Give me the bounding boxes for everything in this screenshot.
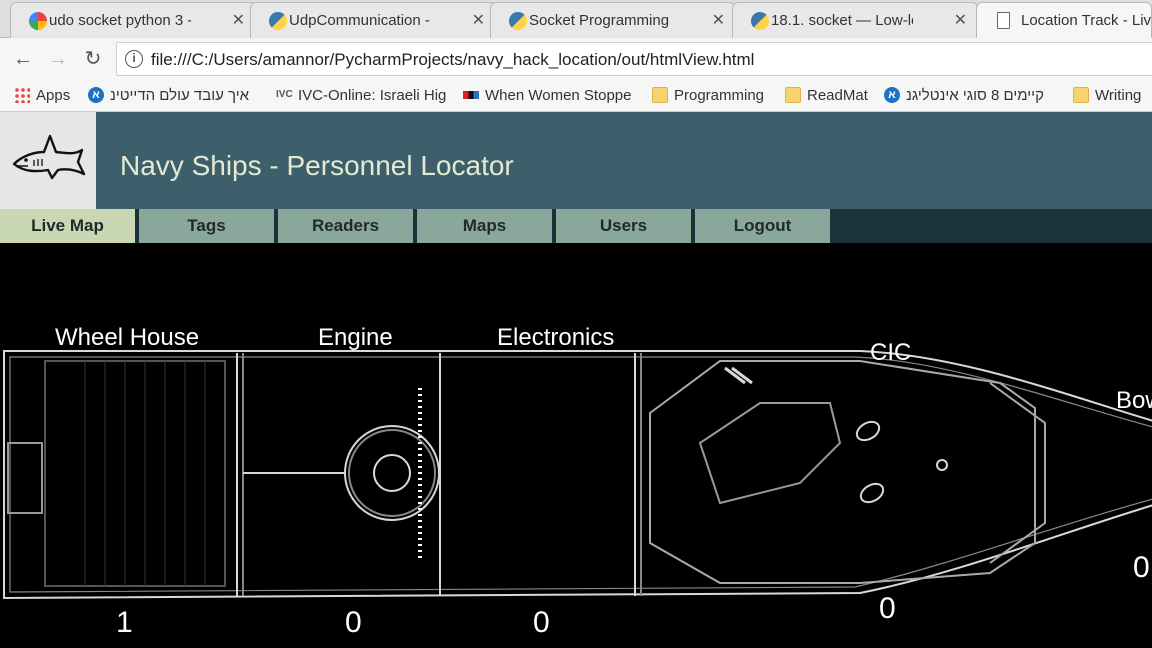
site-icon: א [884, 87, 900, 103]
tab-title: Socket Programming HO [529, 12, 671, 29]
zone-label-wheel-house[interactable]: Wheel House [55, 324, 199, 352]
ship-deck-plan [3, 350, 1152, 600]
url-text[interactable]: file:///C:/Users/amannor/PycharmProjects… [151, 50, 754, 70]
python-icon [269, 12, 287, 30]
bookmark-label: Writing [1095, 86, 1142, 104]
python-icon [751, 12, 769, 30]
shark-logo [0, 112, 96, 209]
bookmark-label: ReadMat [807, 86, 868, 104]
ship-live-map: Wheel House Engine Electronics CIC Bow 1… [0, 243, 1152, 648]
app-nav-bar: Live Map Tags Readers Maps Users Logout [0, 209, 1152, 243]
bookmark-label: When Women Stoppe [485, 86, 632, 104]
app-title: Navy Ships - Personnel Locator [120, 150, 514, 181]
browser-tab-4[interactable]: 18.1. socket — Low-level ✕ [732, 2, 978, 38]
browser-tab-strip: udo socket python 3 - Go ✕ UdpCommunicat… [0, 0, 1152, 38]
nav-tab-tags[interactable]: Tags [139, 209, 276, 243]
back-arrow-icon[interactable]: ← [10, 46, 36, 72]
zone-count-engine: 0 [345, 606, 362, 639]
close-icon[interactable]: ✕ [232, 10, 245, 30]
tab-title: udo socket python 3 - Go [49, 12, 191, 29]
zone-count-wheel-house: 1 [116, 606, 133, 639]
bookmark-label: קיימים 8 סוגי אינטליגנ [906, 86, 1044, 104]
close-icon[interactable]: ✕ [712, 10, 725, 30]
zone-count-cic: 0 [879, 592, 896, 625]
zone-label-bow[interactable]: Bow [1116, 387, 1152, 415]
folder-icon [652, 87, 668, 103]
zone-count-electronics: 0 [533, 606, 550, 639]
folder-icon [785, 87, 801, 103]
bookmark-label: Programming [674, 86, 765, 104]
bookmark-item[interactable]: א איך עובד עולם הדייטינ [88, 84, 266, 106]
app-header: Navy Ships - Personnel Locator [0, 112, 1152, 209]
zone-label-cic[interactable]: CIC [870, 339, 911, 367]
bookmark-label: IVC-Online: Israeli Hig [298, 86, 447, 104]
site-icon: א [88, 87, 104, 103]
zone-label-electronics[interactable]: Electronics [497, 324, 614, 352]
shark-icon [12, 134, 86, 180]
bookmark-item[interactable]: IVC IVC-Online: Israeli Hig [276, 84, 448, 106]
address-bar[interactable]: i file:///C:/Users/amannor/PycharmProjec… [116, 42, 1152, 76]
forward-arrow-icon[interactable]: → [45, 46, 71, 72]
browser-toolbar: ← → ↻ i file:///C:/Users/amannor/Pycharm… [0, 38, 1152, 80]
nav-tab-logout[interactable]: Logout [695, 209, 832, 243]
bookmark-folder[interactable]: ReadMat [785, 84, 875, 106]
browser-tab-1[interactable]: udo socket python 3 - Go ✕ [10, 2, 256, 38]
python-icon [509, 12, 527, 30]
browser-tab-5[interactable]: Location Track - Live [976, 2, 1152, 38]
bookmark-folder[interactable]: Writing [1073, 84, 1152, 106]
bookmark-apps[interactable]: Apps [14, 84, 80, 106]
bookmark-item[interactable]: א קיימים 8 סוגי אינטליגנ [884, 84, 1060, 106]
browser-tab-2[interactable]: UdpCommunication - Py ✕ [250, 2, 496, 38]
zone-label-engine[interactable]: Engine [318, 324, 393, 352]
page-icon [997, 12, 1010, 29]
apps-grid-icon [14, 87, 30, 103]
bookmark-item[interactable]: When Women Stoppe [463, 84, 639, 106]
nav-tab-live-map[interactable]: Live Map [0, 209, 137, 243]
reload-icon[interactable]: ↻ [80, 46, 106, 72]
bookmark-label: איך עובד עולם הדייטינ [110, 86, 250, 104]
nav-tab-maps[interactable]: Maps [417, 209, 554, 243]
bookmark-label: Apps [36, 86, 71, 104]
folder-icon [1073, 87, 1089, 103]
close-icon[interactable]: ✕ [472, 10, 485, 30]
info-icon[interactable]: i [125, 50, 143, 68]
bookmark-folder[interactable]: Programming [652, 84, 772, 106]
ivc-icon: IVC [276, 89, 293, 100]
tab-title: 18.1. socket — Low-level [771, 12, 913, 29]
nav-tab-readers[interactable]: Readers [278, 209, 415, 243]
close-icon[interactable]: ✕ [954, 10, 967, 30]
nav-tab-users[interactable]: Users [556, 209, 693, 243]
browser-tab-3[interactable]: Socket Programming HO ✕ [490, 2, 736, 38]
google-icon [29, 12, 47, 30]
tab-title: Location Track - Live [1021, 12, 1152, 29]
tab-title: UdpCommunication - Py [289, 12, 431, 29]
bookmarks-bar: Apps א איך עובד עולם הדייטינ IVC IVC-Onl… [0, 80, 1152, 112]
npr-icon [463, 91, 479, 99]
zone-count-bow: 0 [1133, 551, 1150, 584]
